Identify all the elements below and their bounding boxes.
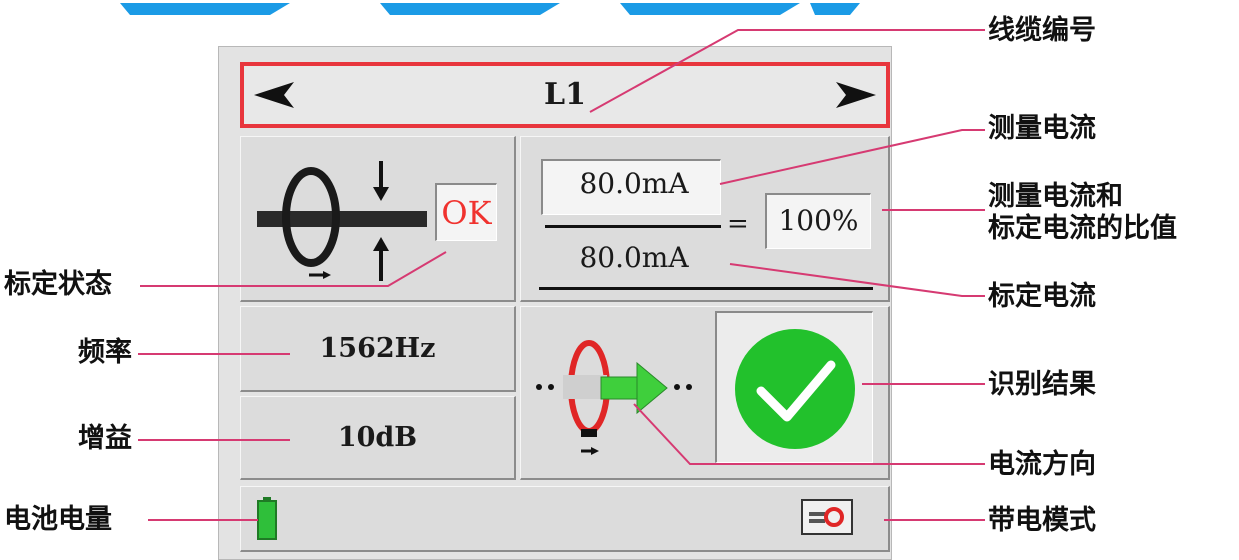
label-identify-result: 识别结果: [988, 369, 1096, 400]
label-measured-current: 测量电流: [988, 113, 1096, 144]
label-frequency: 频率: [78, 337, 132, 368]
label-calibrated-current: 标定电流: [988, 281, 1096, 312]
label-live-mode: 带电模式: [988, 505, 1096, 536]
label-ratio-line2: 标定电流的比值: [988, 213, 1177, 244]
label-gain: 增益: [78, 423, 132, 454]
label-current-direction: 电流方向: [988, 449, 1096, 480]
label-cable-number: 线缆编号: [988, 15, 1096, 46]
label-calibration-status: 标定状态: [4, 269, 112, 300]
label-ratio-line1: 测量电流和: [988, 181, 1123, 212]
label-battery-level: 电池电量: [4, 504, 112, 535]
